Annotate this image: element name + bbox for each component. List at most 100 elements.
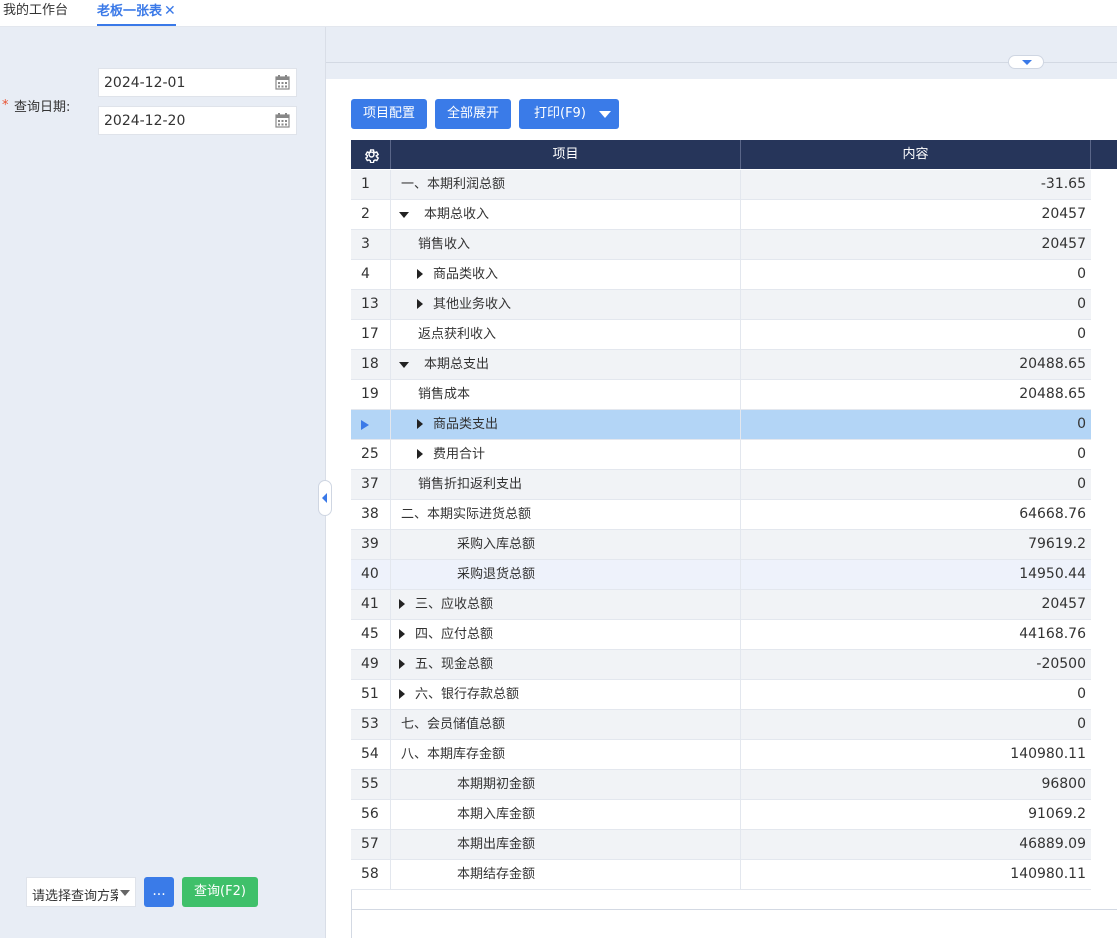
- column-header-filler: [1091, 140, 1117, 169]
- row-number: 13: [351, 290, 391, 319]
- row-value: 0: [1077, 446, 1086, 462]
- row-value: 20457: [1041, 596, 1086, 612]
- table-row[interactable]: 4 商品类收入 0: [351, 260, 1091, 290]
- chevron-down-icon[interactable]: [599, 111, 611, 118]
- start-date-input[interactable]: 2024-12-01: [98, 68, 297, 97]
- row-number: 18: [351, 350, 391, 379]
- expand-row-icon[interactable]: [399, 629, 405, 639]
- table-row[interactable]: 17 返点获利收入 0: [351, 320, 1091, 350]
- calendar-icon[interactable]: [275, 75, 290, 90]
- row-number: 25: [351, 440, 391, 469]
- table-row[interactable]: 商品类支出 0: [351, 410, 1091, 440]
- table-row[interactable]: 2 本期总收入 20457: [351, 200, 1091, 230]
- close-icon[interactable]: ✕: [164, 3, 176, 19]
- end-date-input[interactable]: 2024-12-20: [98, 106, 297, 135]
- gear-icon[interactable]: [363, 146, 380, 163]
- table-row[interactable]: 51 六、银行存款总额 0: [351, 680, 1091, 710]
- row-item-label: 商品类收入: [433, 267, 499, 282]
- end-date-value: 2024-12-20: [104, 113, 186, 129]
- table-row[interactable]: 40 采购退货总额 14950.44: [351, 560, 1091, 590]
- row-item: 返点获利收入: [391, 320, 741, 349]
- row-item-label: 五、现金总额: [415, 657, 494, 672]
- query-button[interactable]: 查询(F2): [182, 877, 258, 907]
- table-row[interactable]: 3 销售收入 20457: [351, 230, 1091, 260]
- table-row[interactable]: 58 本期结存金额 140980.11: [351, 860, 1091, 890]
- query-scheme-value: 请选择查询方案: [32, 889, 118, 904]
- item-config-button[interactable]: 项目配置: [351, 99, 427, 129]
- tab-boss-report[interactable]: 老板一张表 ✕: [97, 2, 176, 26]
- column-header-item[interactable]: 项目: [391, 140, 741, 169]
- more-options-button[interactable]: ...: [144, 877, 174, 907]
- row-item: 销售收入: [391, 230, 741, 259]
- column-header-content[interactable]: 内容: [741, 140, 1091, 169]
- table-row[interactable]: 53 七、会员储值总额 0: [351, 710, 1091, 740]
- row-value: 64668.76: [1019, 506, 1086, 522]
- row-item: 本期总支出: [391, 350, 741, 379]
- table-row[interactable]: 45 四、应付总额 44168.76: [351, 620, 1091, 650]
- row-item-label: 一、本期利润总额: [401, 177, 506, 192]
- table-row[interactable]: 38 二、本期实际进货总额 64668.76: [351, 500, 1091, 530]
- collapse-left-icon[interactable]: [318, 480, 332, 516]
- row-number: 56: [351, 800, 391, 829]
- table-row[interactable]: 18 本期总支出 20488.65: [351, 350, 1091, 380]
- expand-row-icon[interactable]: [399, 599, 405, 609]
- row-number: 3: [351, 230, 391, 259]
- table-row[interactable]: 25 费用合计 0: [351, 440, 1091, 470]
- row-item: 商品类支出: [391, 410, 741, 439]
- row-number: 55: [351, 770, 391, 799]
- calendar-icon[interactable]: [275, 113, 290, 128]
- expand-all-button[interactable]: 全部展开: [435, 99, 511, 129]
- collapse-row-icon[interactable]: [399, 362, 409, 368]
- grid-footer-border: [351, 890, 352, 938]
- expand-row-icon[interactable]: [417, 449, 423, 459]
- table-row[interactable]: 41 三、应收总额 20457: [351, 590, 1091, 620]
- row-number: 37: [351, 470, 391, 499]
- row-number: 57: [351, 830, 391, 859]
- table-row[interactable]: 1 一、本期利润总额 -31.65: [351, 170, 1091, 200]
- tab-workbench[interactable]: 我的工作台: [3, 2, 68, 24]
- row-value: 14950.44: [1019, 566, 1086, 582]
- row-item-label: 六、银行存款总额: [415, 687, 520, 702]
- expand-row-icon[interactable]: [417, 269, 423, 279]
- row-item: 六、银行存款总额: [391, 680, 741, 709]
- query-date-label: 查询日期:: [14, 100, 71, 115]
- required-mark: *: [2, 98, 9, 113]
- expand-row-icon[interactable]: [399, 659, 405, 669]
- row-item-label: 费用合计: [433, 447, 486, 462]
- row-item: 商品类收入: [391, 260, 741, 289]
- row-item-label: 三、应收总额: [415, 597, 494, 612]
- row-item-label: 本期期初金额: [457, 777, 536, 792]
- table-row[interactable]: 55 本期期初金额 96800: [351, 770, 1091, 800]
- row-value: -31.65: [1040, 176, 1086, 192]
- table-row[interactable]: 56 本期入库金额 91069.2: [351, 800, 1091, 830]
- expand-row-icon[interactable]: [417, 419, 423, 429]
- current-row-icon: [361, 420, 369, 430]
- table-row[interactable]: 39 采购入库总额 79619.2: [351, 530, 1091, 560]
- chevron-down-icon: [120, 890, 130, 896]
- print-button[interactable]: 打印(F9): [519, 99, 619, 129]
- table-row[interactable]: 54 八、本期库存金额 140980.11: [351, 740, 1091, 770]
- table-row[interactable]: 13 其他业务收入 0: [351, 290, 1091, 320]
- expand-row-icon[interactable]: [417, 299, 423, 309]
- query-scheme-select[interactable]: 请选择查询方案: [26, 877, 136, 907]
- content-header-area: [326, 27, 1117, 79]
- row-number: 41: [351, 590, 391, 619]
- row-item: 一、本期利润总额: [391, 170, 741, 199]
- table-row[interactable]: 19 销售成本 20488.65: [351, 380, 1091, 410]
- table-row[interactable]: 49 五、现金总额 -20500: [351, 650, 1091, 680]
- row-number: 4: [351, 260, 391, 289]
- row-value: 96800: [1041, 776, 1086, 792]
- table-row[interactable]: 57 本期出库金额 46889.09: [351, 830, 1091, 860]
- grid-settings-cell[interactable]: [351, 140, 391, 169]
- table-row[interactable]: 37 销售折扣返利支出 0: [351, 470, 1091, 500]
- row-item: 本期入库金额: [391, 800, 741, 829]
- row-number: 53: [351, 710, 391, 739]
- expand-down-icon[interactable]: [1008, 55, 1044, 69]
- row-item: 采购入库总额: [391, 530, 741, 559]
- row-item: 费用合计: [391, 440, 741, 469]
- print-button-label: 打印(F9): [534, 106, 586, 121]
- expand-row-icon[interactable]: [399, 689, 405, 699]
- start-date-value: 2024-12-01: [104, 75, 186, 91]
- collapse-row-icon[interactable]: [399, 212, 409, 218]
- row-value: 0: [1077, 716, 1086, 732]
